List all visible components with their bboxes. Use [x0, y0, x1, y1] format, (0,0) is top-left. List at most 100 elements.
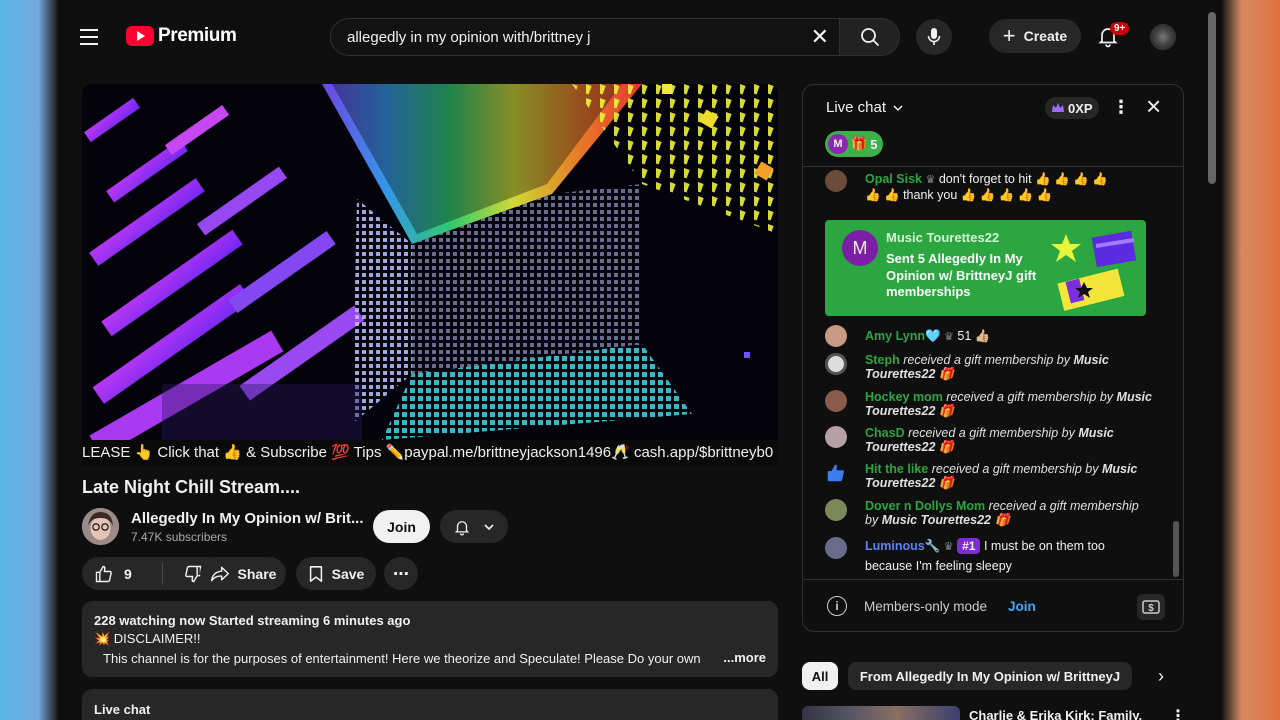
chat-message[interactable]: Hockey mom received a gift membership by…: [825, 390, 1155, 418]
notification-preference-button[interactable]: [440, 510, 508, 543]
like-button[interactable]: 9: [82, 557, 162, 590]
channel-name[interactable]: Allegedly In My Opinion w/ Brit...: [131, 510, 364, 527]
video-player[interactable]: LEASE 👆 Click that 👍 & Subscribe 💯 Tips …: [82, 84, 778, 466]
clear-search-icon[interactable]: ✕: [811, 26, 829, 48]
chat-author: Amy Lynn🩵: [865, 329, 941, 343]
create-button[interactable]: + Create: [989, 19, 1081, 53]
chat-options-icon[interactable]: ⋮: [1112, 97, 1130, 118]
channel-avatar-image: [82, 508, 119, 545]
recommended-video-thumbnail[interactable]: [802, 706, 960, 720]
chat-avatar: [825, 353, 847, 375]
chat-text-cont: 👍 👍 thank you 👍 👍 👍 👍 👍: [865, 188, 1053, 202]
members-only-mode-label: Members-only mode: [864, 599, 988, 614]
live-chat-collapsed-header[interactable]: Live chat: [82, 689, 778, 720]
youtube-premium-logo[interactable]: Premium: [126, 25, 237, 47]
video-title: Late Night Chill Stream....: [82, 477, 301, 497]
chat-message[interactable]: Dover n Dollys Mom received a gift membe…: [825, 499, 1155, 527]
chat-scrollbar[interactable]: [1173, 521, 1179, 577]
filter-chip-from-channel[interactable]: From Allegedly In My Opinion w/ Brittney…: [848, 662, 1132, 690]
member-crown-icon: ♛: [944, 331, 954, 343]
search-icon: [860, 28, 879, 47]
masthead: Premium ✕ + Create 9+: [58, 10, 1208, 64]
super-chat-button[interactable]: $: [1137, 594, 1165, 620]
recommended-video-title[interactable]: Charlie & Erika Kirk: Family,: [969, 708, 1142, 720]
chevron-down-icon: [484, 523, 494, 530]
info-icon[interactable]: i: [827, 596, 847, 616]
chat-avatar: [825, 426, 847, 448]
search-input[interactable]: [331, 28, 791, 46]
more-actions-icon[interactable]: ⋯: [384, 557, 418, 590]
window-top-strip: [58, 0, 1222, 10]
chat-avatar: [825, 537, 847, 559]
live-chat-mode-selector[interactable]: Live chat: [826, 99, 904, 116]
plus-icon: +: [1002, 23, 1016, 48]
svg-text:$: $: [1148, 603, 1154, 614]
chat-message[interactable]: Luminous🔧 ♛ #1 I must be on them too bec…: [825, 537, 1155, 576]
gift-card-text: Sent 5 Allegedly In My Opinion w/ Brittn…: [886, 251, 1037, 299]
hamburger-menu-icon[interactable]: [80, 24, 106, 50]
chat-text: received a gift membership by: [931, 462, 1099, 476]
close-chat-icon[interactable]: ×: [1146, 93, 1161, 119]
chat-author: Luminous🔧: [865, 539, 941, 553]
join-button[interactable]: Join: [373, 510, 430, 543]
thumbs-up-icon: [827, 464, 844, 482]
filter-chip-all[interactable]: All: [802, 662, 838, 690]
chat-message[interactable]: Steph received a gift membership by Musi…: [825, 353, 1155, 381]
chat-text: 51 👍🏼: [957, 329, 991, 343]
video-frame-light-tunnel: [82, 84, 778, 440]
gift-icon: 🎁: [851, 136, 868, 151]
chat-author: ChasD: [865, 426, 905, 440]
chat-message[interactable]: Hit the like received a gift membership …: [825, 462, 1155, 490]
live-chat-header: Live chat 0XP ⋮ × M 🎁 5: [803, 85, 1183, 167]
description-line-2: This channel is for the purposes of ente…: [103, 651, 701, 666]
chat-text: don't forget to hit 👍 👍 👍 👍: [938, 172, 1108, 186]
like-count: 9: [124, 565, 132, 582]
gifter-avatar: M: [842, 230, 878, 266]
xp-value: 0XP: [1068, 100, 1093, 116]
microphone-icon: [927, 28, 941, 45]
member-crown-icon: ♛: [925, 174, 936, 186]
chat-message[interactable]: Opal Sisk ♛ don't forget to hit 👍 👍 👍 👍 …: [825, 170, 1155, 202]
description-line-1: 💥 DISCLAIMER!!: [94, 631, 201, 646]
gift-membership-pill[interactable]: M 🎁 5: [825, 131, 884, 157]
chevron-down-icon: [893, 104, 903, 111]
chat-text-cont: because I'm feeling sleepy: [865, 559, 1012, 573]
gift-membership-card[interactable]: M Music Tourettes22 Sent 5 Allegedly In …: [825, 220, 1146, 316]
member-crown-icon: ♛: [943, 541, 954, 553]
chat-message[interactable]: ChasD received a gift membership by Musi…: [825, 426, 1155, 454]
chat-text: I must be on them too: [983, 539, 1105, 553]
search-box[interactable]: ✕: [330, 18, 840, 56]
page-scrollbar[interactable]: [1208, 12, 1216, 184]
gift-boxes-icon: [1051, 230, 1137, 311]
share-label: Share: [237, 565, 277, 582]
channel-avatar[interactable]: [82, 508, 119, 545]
voice-search-button[interactable]: [916, 19, 952, 55]
chevron-right-icon[interactable]: ›: [1146, 662, 1176, 690]
chat-author: Opal Sisk: [865, 172, 922, 186]
scrolling-ticker: LEASE 👆 Click that 👍 & Subscribe 💯 Tips …: [82, 440, 778, 466]
save-label: Save: [331, 565, 365, 582]
thumbs-up-icon: [95, 565, 112, 582]
youtube-play-icon: [126, 26, 154, 46]
recommended-more-icon[interactable]: ⋮: [1170, 706, 1186, 720]
create-label: Create: [1023, 28, 1068, 44]
description-box[interactable]: 228 watching now Started streaming 6 min…: [82, 601, 778, 677]
chat-message[interactable]: Amy Lynn🩵 ♛ 51 👍🏼: [825, 325, 1155, 347]
bookmark-icon: [309, 565, 322, 582]
search-button[interactable]: [840, 18, 900, 56]
chat-text: received a gift membership by: [908, 426, 1075, 440]
account-avatar[interactable]: [1150, 24, 1176, 50]
chat-text: received a gift membership by: [946, 390, 1114, 404]
xp-badge[interactable]: 0XP: [1045, 97, 1099, 119]
dollar-icon: $: [1142, 600, 1160, 614]
save-button[interactable]: Save: [296, 557, 376, 590]
gifter-name: Music Tourettes22: [886, 230, 1000, 245]
rank-badge: #1: [957, 538, 981, 554]
chat-avatar: [825, 390, 847, 412]
show-more-link[interactable]: ...more: [723, 650, 766, 665]
share-button[interactable]: Share: [200, 557, 286, 590]
chat-avatar: [825, 325, 847, 347]
crown-icon: [1052, 103, 1064, 112]
chat-avatar: [825, 170, 847, 192]
footer-join-link[interactable]: Join: [1008, 599, 1036, 614]
